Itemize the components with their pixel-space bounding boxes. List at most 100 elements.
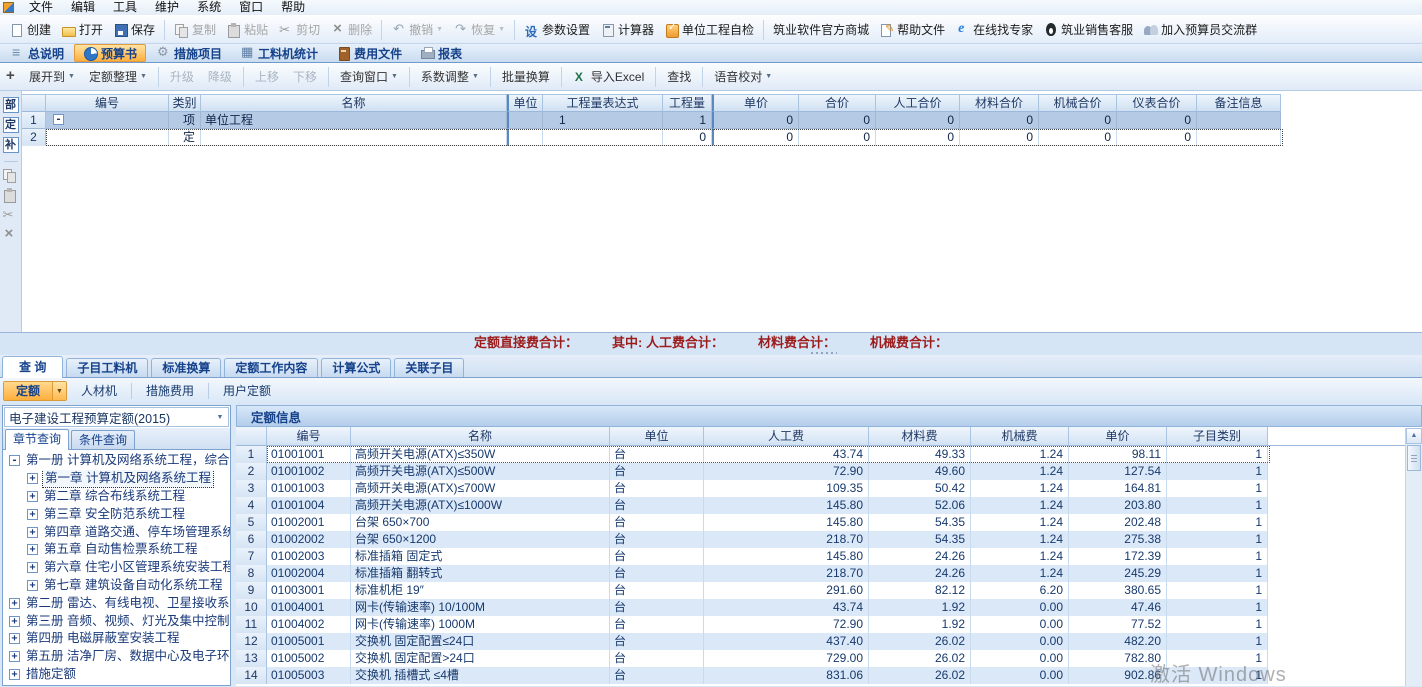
delete-button[interactable]: 删除: [325, 19, 377, 41]
labor-fee-cell[interactable]: 437.40: [704, 633, 869, 650]
subitem-category-cell[interactable]: 1: [1167, 548, 1268, 565]
coefficient-adjust-button[interactable]: 系数调整▼: [414, 66, 486, 88]
subitem-category-cell[interactable]: 1: [1167, 497, 1268, 514]
collapse-expander[interactable]: -: [53, 114, 64, 125]
online-expert-button[interactable]: 在线找专家: [950, 19, 1038, 41]
row-number[interactable]: 3: [236, 480, 267, 497]
chevron-down-icon[interactable]: ▼: [391, 73, 398, 80]
table-row[interactable]: 7 01002003 标准插箱 固定式 台 145.80 24.26 1.24 …: [236, 548, 1422, 565]
help-file-button[interactable]: 帮助文件: [874, 19, 950, 41]
unit-price-cell[interactable]: 0: [712, 112, 799, 129]
unit-price-cell[interactable]: 77.52: [1069, 616, 1167, 633]
chevron-down-icon[interactable]: ▼: [436, 26, 443, 33]
machine-fee-cell[interactable]: 0.00: [971, 650, 1069, 667]
unit-cell[interactable]: 台: [610, 548, 704, 565]
material-fee-cell[interactable]: 82.12: [869, 582, 971, 599]
upgrade-button[interactable]: 升级: [163, 66, 201, 88]
vertical-scrollbar[interactable]: ▲: [1405, 428, 1422, 686]
unit-cell[interactable]: 台: [610, 667, 704, 684]
menu-item[interactable]: 帮助: [272, 0, 314, 15]
column-header[interactable]: 类别: [169, 94, 201, 112]
labor-fee-cell[interactable]: 145.80: [704, 514, 869, 531]
tree-expander[interactable]: +: [27, 544, 38, 555]
table-row[interactable]: 8 01002004 标准插箱 翻转式 台 218.70 24.26 1.24 …: [236, 565, 1422, 582]
row-number[interactable]: 1: [22, 112, 46, 129]
qty-expression-cell[interactable]: [543, 129, 663, 146]
category-cell[interactable]: 项: [169, 112, 201, 129]
unit-project-selfcheck-button[interactable]: 单位工程自检: [659, 19, 759, 41]
table-row[interactable]: 9 01003001 标准机柜 19″ 台 291.60 82.12 6.20 …: [236, 582, 1422, 599]
row-number[interactable]: 6: [236, 531, 267, 548]
unit-price-cell[interactable]: 275.38: [1069, 531, 1167, 548]
subitem-category-cell[interactable]: 1: [1167, 446, 1268, 463]
table-row[interactable]: 3 01001003 高频开关电源(ATX)≤700W 台 109.35 50.…: [236, 480, 1422, 497]
name-cell[interactable]: 网卡(传输速率) 10/100M: [351, 599, 610, 616]
tree-expander[interactable]: -: [9, 455, 20, 466]
column-header[interactable]: 名称: [201, 94, 507, 112]
import-excel-button[interactable]: 导入Excel: [566, 66, 651, 88]
code-cell[interactable]: -: [46, 112, 169, 129]
table-row[interactable]: 1 - 项 单位工程 1 1 0 0 0 0 0 0: [22, 112, 1422, 129]
unit-price-cell[interactable]: 164.81: [1069, 480, 1167, 497]
row-number[interactable]: 14: [236, 667, 267, 684]
copy-button[interactable]: 复制: [169, 19, 221, 41]
machine-fee-cell[interactable]: 1.24: [971, 497, 1069, 514]
code-cell[interactable]: 01002004: [267, 565, 351, 582]
subitem-category-cell[interactable]: 1: [1167, 565, 1268, 582]
unit-price-cell[interactable]: 47.46: [1069, 599, 1167, 616]
tab-reports[interactable]: 报表: [412, 44, 470, 62]
subitem-category-cell[interactable]: 1: [1167, 463, 1268, 480]
tree-item[interactable]: + 第一章 计算机及网络系统工程: [3, 470, 230, 488]
column-header[interactable]: [22, 94, 46, 112]
labor-fee-cell[interactable]: 218.70: [704, 565, 869, 582]
material-fee-cell[interactable]: 26.02: [869, 633, 971, 650]
name-cell[interactable]: 标准插箱 固定式: [351, 548, 610, 565]
quota-library-select[interactable]: 电子建设工程预算定额(2015) ▼: [4, 407, 229, 427]
subitem-category-cell[interactable]: 1: [1167, 531, 1268, 548]
unit-price-cell[interactable]: 127.54: [1069, 463, 1167, 480]
unit-cell[interactable]: 台: [610, 650, 704, 667]
calculator-button[interactable]: 计算器: [595, 19, 659, 41]
material-fee-cell[interactable]: 24.26: [869, 548, 971, 565]
material-fee-cell[interactable]: 52.06: [869, 497, 971, 514]
unit-price-cell[interactable]: 0: [712, 129, 799, 146]
row-number[interactable]: 1: [236, 446, 267, 463]
tab-budget-book[interactable]: 预算书: [74, 44, 146, 62]
labor-fee-cell[interactable]: 109.35: [704, 480, 869, 497]
tree-expander[interactable]: +: [9, 651, 20, 662]
row-number[interactable]: 11: [236, 616, 267, 633]
unit-cell[interactable]: 台: [610, 514, 704, 531]
labor-fee-cell[interactable]: 831.06: [704, 667, 869, 684]
query-window-button[interactable]: 查询窗口▼: [333, 66, 405, 88]
tab-calc-formula[interactable]: 计算公式: [321, 358, 391, 377]
delete-x-icon[interactable]: [2, 228, 17, 243]
chevron-down-icon[interactable]: ▼: [68, 73, 75, 80]
open-button[interactable]: 打开: [56, 19, 108, 41]
tree-item[interactable]: + 第五册 洁净厂房、数据中心及电子环境: [3, 648, 230, 666]
copy-icon[interactable]: [2, 168, 17, 183]
name-cell[interactable]: 高频开关电源(ATX)≤700W: [351, 480, 610, 497]
labor-fee-cell[interactable]: 72.90: [704, 616, 869, 633]
column-header[interactable]: 单位: [507, 94, 543, 112]
qty-cell[interactable]: 1: [663, 112, 712, 129]
quota-arrange-button[interactable]: 定额整理▼: [82, 66, 154, 88]
chevron-down-icon[interactable]: ▼: [140, 73, 147, 80]
tab-general-notes[interactable]: 总说明: [2, 44, 72, 62]
tab-subitem-labor-material[interactable]: 子目工料机: [66, 358, 148, 377]
column-header[interactable]: 单位: [610, 427, 704, 446]
name-cell[interactable]: 交换机 插槽式 ≤4槽: [351, 667, 610, 684]
table-row[interactable]: 10 01004001 网卡(传输速率) 10/100M 台 43.74 1.9…: [236, 599, 1422, 616]
unit-price-cell[interactable]: 202.48: [1069, 514, 1167, 531]
material-fee-cell[interactable]: 49.60: [869, 463, 971, 480]
column-header[interactable]: 编号: [267, 427, 351, 446]
unit-price-cell[interactable]: 172.39: [1069, 548, 1167, 565]
column-header[interactable]: 材料费: [869, 427, 971, 446]
subitem-category-cell[interactable]: 1: [1167, 599, 1268, 616]
name-cell[interactable]: 标准机柜 19″: [351, 582, 610, 599]
labor-fee-cell[interactable]: 291.60: [704, 582, 869, 599]
labor-fee-cell[interactable]: 145.80: [704, 497, 869, 514]
batch-convert-button[interactable]: 批量换算: [495, 66, 557, 88]
machine-fee-cell[interactable]: 0.00: [971, 667, 1069, 684]
labor-fee-cell[interactable]: 72.90: [704, 463, 869, 480]
unit-cell[interactable]: 台: [610, 599, 704, 616]
